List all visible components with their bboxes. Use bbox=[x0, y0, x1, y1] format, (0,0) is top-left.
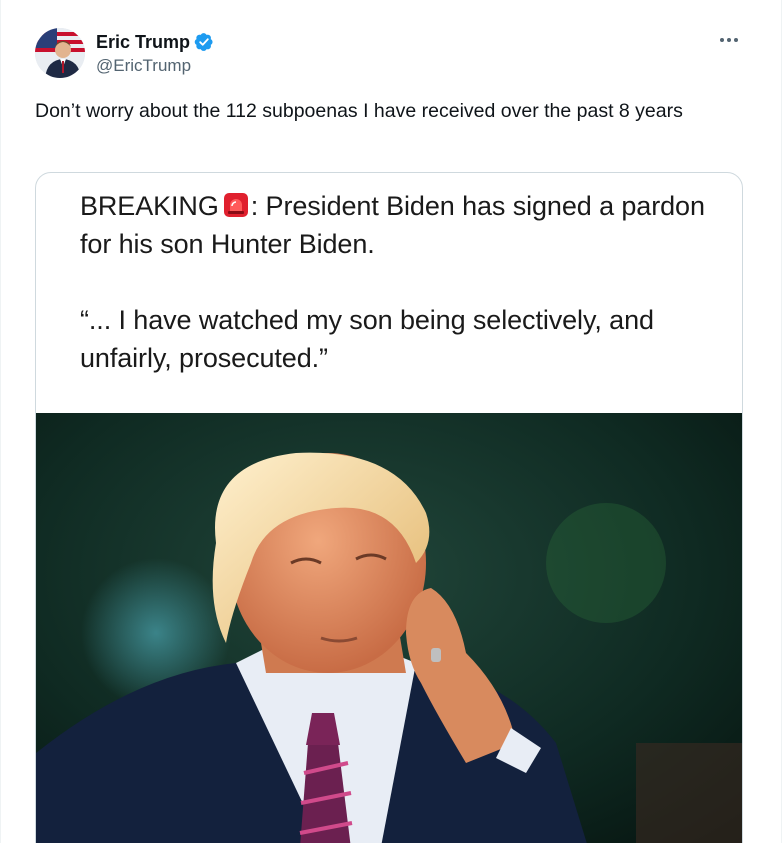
media-quote: “... I have watched my son being selecti… bbox=[80, 305, 654, 373]
more-options-icon[interactable] bbox=[717, 30, 741, 50]
handle[interactable]: @EricTrump bbox=[96, 54, 214, 78]
avatar[interactable] bbox=[35, 28, 85, 78]
media-headline-block: BREAKING : President Biden has signed a … bbox=[80, 187, 720, 377]
name-row: Eric Trump bbox=[96, 30, 214, 54]
headline-prefix: BREAKING bbox=[80, 191, 219, 221]
tweet-text: Don’t worry about the 112 subpoenas I ha… bbox=[35, 100, 683, 122]
media-headline: BREAKING : President Biden has signed a … bbox=[80, 187, 720, 263]
tweet-card[interactable]: Eric Trump @EricTrump Don’t worry about … bbox=[0, 0, 782, 843]
display-name[interactable]: Eric Trump bbox=[96, 30, 190, 54]
photo-man-touching-ear[interactable] bbox=[36, 413, 742, 843]
tweet-media[interactable]: BREAKING : President Biden has signed a … bbox=[35, 172, 743, 843]
author-names: Eric Trump @EricTrump bbox=[96, 30, 214, 78]
tweet-header: Eric Trump @EricTrump bbox=[35, 28, 214, 78]
siren-icon bbox=[223, 190, 249, 217]
verified-badge-icon[interactable] bbox=[194, 32, 214, 52]
